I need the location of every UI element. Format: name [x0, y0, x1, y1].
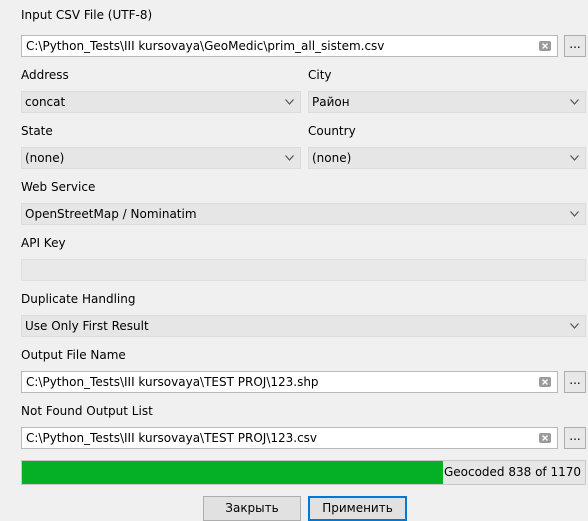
not-found-field[interactable]: C:\Python_Tests\III kursovaya\TEST PROJ\…: [21, 427, 558, 449]
progress-text: Geocoded 838 of 1170: [443, 465, 581, 479]
progress-bar: Geocoded 838 of 1170: [21, 460, 586, 485]
output-file-browse-button[interactable]: ...: [564, 371, 586, 393]
state-value: (none): [25, 151, 65, 165]
api-key-field[interactable]: [21, 259, 586, 281]
state-label: State: [21, 124, 53, 138]
api-key-label: API Key: [21, 236, 66, 250]
country-label: Country: [308, 124, 356, 138]
input-csv-label: Input CSV File (UTF-8): [21, 8, 153, 22]
web-service-label: Web Service: [21, 180, 96, 194]
progress-fill: [22, 461, 443, 484]
chevron-down-icon: [568, 316, 580, 336]
web-service-value: OpenStreetMap / Nominatim: [25, 207, 197, 221]
clear-icon[interactable]: [539, 41, 551, 51]
address-label: Address: [21, 68, 69, 82]
output-file-field[interactable]: C:\Python_Tests\III kursovaya\TEST PROJ\…: [21, 371, 558, 393]
chevron-down-icon: [568, 148, 580, 168]
output-file-value: C:\Python_Tests\III kursovaya\TEST PROJ\…: [26, 375, 319, 389]
input-csv-browse-button[interactable]: ...: [564, 35, 586, 57]
not-found-browse-button[interactable]: ...: [564, 427, 586, 449]
not-found-label: Not Found Output List: [21, 404, 153, 418]
output-file-label: Output File Name: [21, 348, 126, 362]
clear-icon[interactable]: [539, 377, 551, 387]
web-service-combo[interactable]: OpenStreetMap / Nominatim: [21, 203, 586, 225]
input-csv-value: C:\Python_Tests\III kursovaya\GeoMedic\p…: [26, 39, 385, 53]
apply-button[interactable]: Применить: [308, 496, 407, 521]
address-value: concat: [25, 95, 66, 109]
duplicate-handling-value: Use Only First Result: [25, 319, 149, 333]
chevron-down-icon: [283, 148, 295, 168]
clear-icon[interactable]: [539, 433, 551, 443]
duplicate-handling-label: Duplicate Handling: [21, 292, 136, 306]
not-found-value: C:\Python_Tests\III kursovaya\TEST PROJ\…: [26, 431, 318, 445]
chevron-down-icon: [568, 204, 580, 224]
state-combo[interactable]: (none): [21, 147, 301, 169]
address-combo[interactable]: concat: [21, 91, 301, 113]
country-value: (none): [312, 151, 352, 165]
close-button[interactable]: Закрыть: [203, 496, 301, 521]
city-value: Район: [312, 95, 350, 109]
duplicate-handling-combo[interactable]: Use Only First Result: [21, 315, 586, 337]
chevron-down-icon: [283, 92, 295, 112]
city-label: City: [308, 68, 332, 82]
chevron-down-icon: [568, 92, 580, 112]
country-combo[interactable]: (none): [308, 147, 586, 169]
city-combo[interactable]: Район: [308, 91, 586, 113]
input-csv-field[interactable]: C:\Python_Tests\III kursovaya\GeoMedic\p…: [21, 35, 558, 57]
